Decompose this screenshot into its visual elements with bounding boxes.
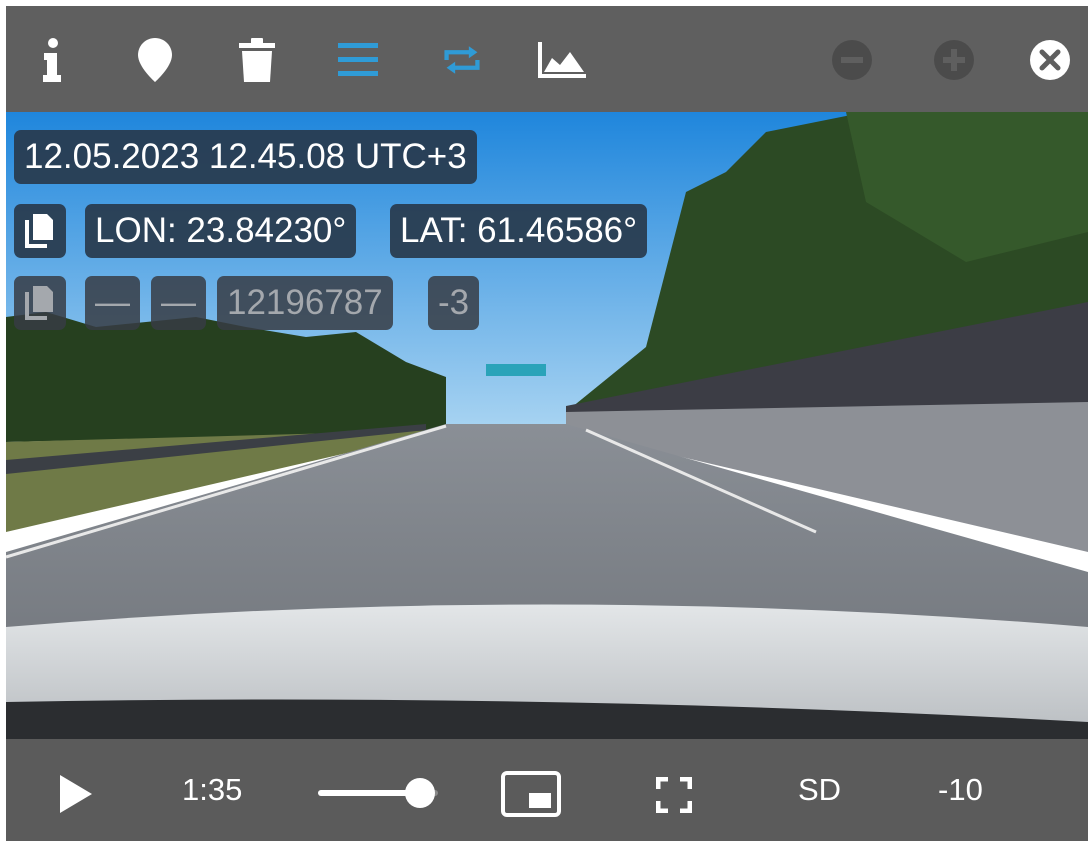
volume-knob[interactable] bbox=[405, 778, 435, 808]
id-label: 12196787 bbox=[217, 276, 393, 330]
close-icon[interactable] bbox=[1026, 36, 1074, 84]
copy-id-icon[interactable] bbox=[14, 276, 66, 330]
copy-coordinates-icon[interactable] bbox=[14, 204, 66, 258]
list-icon[interactable] bbox=[334, 36, 382, 84]
zoom-in-icon[interactable] bbox=[930, 36, 978, 84]
trash-icon[interactable] bbox=[233, 36, 281, 84]
offset-label: -3 bbox=[428, 276, 480, 330]
repeat-icon[interactable] bbox=[438, 36, 486, 84]
quality-button[interactable]: SD bbox=[798, 767, 841, 813]
dash-field-2: — bbox=[151, 276, 206, 330]
timestamp-label: 12.05.2023 12.45.08 UTC+3 bbox=[14, 130, 477, 184]
longitude-label: LON: 23.84230° bbox=[85, 204, 357, 258]
volume-fill bbox=[318, 790, 420, 796]
video-frame[interactable]: 12.05.2023 12.45.08 UTC+3 LON: 23.84230°… bbox=[6, 112, 1088, 739]
top-toolbar bbox=[6, 6, 1088, 112]
skip-back-button[interactable]: -10 bbox=[938, 767, 983, 813]
play-icon[interactable] bbox=[56, 773, 96, 815]
zoom-out-icon[interactable] bbox=[828, 36, 876, 84]
latitude-label: LAT: 61.46586° bbox=[390, 204, 648, 258]
video-viewer: 12.05.2023 12.45.08 UTC+3 LON: 23.84230°… bbox=[6, 6, 1088, 841]
info-icon[interactable] bbox=[28, 36, 76, 84]
area-chart-icon[interactable] bbox=[538, 36, 586, 84]
playback-time: 1:35 bbox=[182, 772, 243, 807]
fullscreen-icon[interactable] bbox=[654, 775, 694, 815]
volume-slider[interactable] bbox=[316, 773, 440, 813]
player-controls: 1:35 SD -10 bbox=[6, 739, 1088, 841]
picture-in-picture-icon[interactable] bbox=[501, 769, 561, 819]
dash-field-1: — bbox=[85, 276, 140, 330]
map-marker-icon[interactable] bbox=[131, 36, 179, 84]
